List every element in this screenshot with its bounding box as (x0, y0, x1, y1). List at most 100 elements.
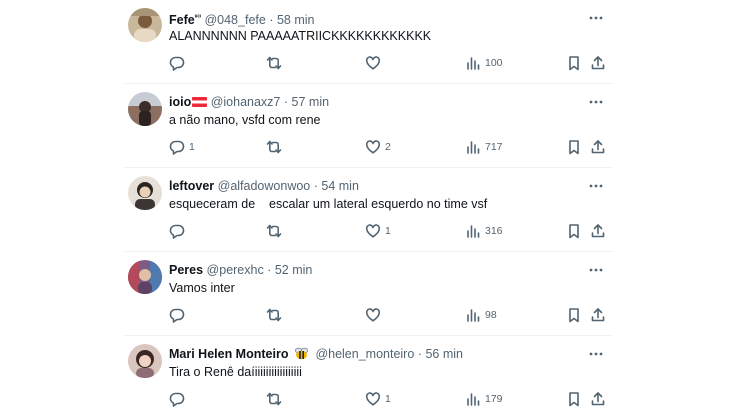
views-button[interactable]: 100 (465, 54, 503, 72)
retweet-icon (266, 308, 282, 322)
view-count: 98 (485, 309, 497, 321)
timestamp[interactable]: 52 min (275, 263, 313, 277)
bookmark-icon (569, 392, 579, 407)
timestamp[interactable]: 54 min (321, 179, 359, 193)
bar-chart-icon (467, 225, 480, 238)
reply-button[interactable] (169, 54, 189, 72)
share-button[interactable] (590, 306, 606, 324)
avatar[interactable] (128, 176, 162, 210)
like-count: 1 (385, 225, 391, 237)
timestamp[interactable]: 57 min (292, 95, 330, 109)
avatar[interactable] (128, 344, 162, 378)
user-handle[interactable]: @048_fefe (204, 13, 265, 27)
reply-icon (169, 308, 185, 323)
user-handle[interactable]: @perexhc (207, 263, 264, 277)
bar-chart-icon (467, 57, 480, 70)
view-count: 100 (485, 57, 503, 69)
avatar-image (128, 344, 162, 378)
more-horizontal-icon (589, 100, 603, 104)
retweet-button[interactable] (266, 138, 286, 156)
retweet-button[interactable] (266, 54, 286, 72)
retweet-button[interactable] (266, 390, 286, 408)
more-options-button[interactable] (587, 9, 605, 27)
bookmark-button[interactable] (566, 138, 582, 156)
like-button[interactable]: 2 (365, 138, 391, 156)
reply-button[interactable]: 1 (169, 138, 195, 156)
tweet-header: Mari Helen Monteiro @helen_monteiro · 56… (169, 345, 613, 363)
more-options-button[interactable] (587, 345, 605, 363)
view-count: 316 (485, 225, 503, 237)
user-handle[interactable]: @helen_monteiro (315, 347, 414, 361)
reply-button[interactable] (169, 390, 189, 408)
avatar-image (128, 8, 162, 42)
more-options-button[interactable] (587, 177, 605, 195)
tweet-text: esqueceram de escalar um lateral esquerd… (169, 197, 488, 211)
user-handle[interactable]: @alfadowonwoo (218, 179, 311, 193)
action-bar: 100 (169, 54, 605, 72)
heart-icon (365, 392, 381, 406)
display-name[interactable]: ioio (169, 95, 208, 109)
views-button[interactable]: 98 (465, 306, 497, 324)
like-button[interactable]: 1 (365, 390, 391, 408)
action-bar: 1 179 (169, 390, 605, 408)
avatar-image (128, 260, 162, 294)
tweet-header: Fefeᵉᶜᶦ @048_fefe · 58 min (169, 9, 613, 27)
tweet-header: leftover @alfadowonwoo · 54 min (169, 177, 613, 195)
heart-icon (365, 308, 381, 322)
bookmark-icon (569, 224, 579, 239)
like-button[interactable] (365, 54, 385, 72)
retweet-icon (266, 140, 282, 154)
retweet-icon (266, 56, 282, 70)
tweet-text: a não mano, vsfd com rene (169, 113, 321, 127)
reply-feed: Fefeᵉᶜᶦ @048_fefe · 58 min ALANNNNNN PAA… (124, 0, 613, 416)
tweet[interactable]: Fefeᵉᶜᶦ @048_fefe · 58 min ALANNNNNN PAA… (124, 0, 613, 84)
display-name[interactable]: Peres (169, 263, 203, 277)
more-options-button[interactable] (587, 93, 605, 111)
tweet-text: Tira o Renê daíiiiiiiiiiiiiiiiii (169, 365, 302, 379)
views-button[interactable]: 717 (465, 138, 503, 156)
like-button[interactable] (365, 306, 385, 324)
avatar[interactable] (128, 260, 162, 294)
timestamp[interactable]: 58 min (277, 13, 315, 27)
tweet[interactable]: ioio @iohanaxz7 · 57 min a não mano, vsf… (124, 84, 613, 168)
bookmark-button[interactable] (566, 390, 582, 408)
more-options-button[interactable] (587, 261, 605, 279)
timestamp[interactable]: 56 min (425, 347, 463, 361)
display-name[interactable]: Mari Helen Monteiro (169, 347, 288, 361)
avatar-image (128, 176, 162, 210)
tweet[interactable]: Mari Helen Monteiro @helen_monteiro · 56… (124, 336, 613, 420)
share-button[interactable] (590, 390, 606, 408)
reply-button[interactable] (169, 222, 189, 240)
views-button[interactable]: 316 (465, 222, 503, 240)
tweet[interactable]: Peres @perexhc · 52 min Vamos inter 98 (124, 252, 613, 336)
share-button[interactable] (590, 222, 606, 240)
action-bar: 98 (169, 306, 605, 324)
share-icon (591, 308, 605, 322)
retweet-button[interactable] (266, 306, 286, 324)
share-icon (591, 140, 605, 154)
avatar-image (128, 92, 162, 126)
retweet-button[interactable] (266, 222, 286, 240)
views-button[interactable]: 179 (465, 390, 503, 408)
share-button[interactable] (590, 138, 606, 156)
display-name[interactable]: leftover (169, 179, 214, 193)
share-button[interactable] (590, 54, 606, 72)
like-count: 1 (385, 393, 391, 405)
more-horizontal-icon (589, 352, 603, 356)
user-handle[interactable]: @iohanaxz7 (211, 95, 281, 109)
heart-icon (365, 224, 381, 238)
share-icon (591, 224, 605, 238)
reply-icon (169, 392, 185, 407)
avatar[interactable] (128, 8, 162, 42)
bookmark-button[interactable] (566, 54, 582, 72)
tweet-header: Peres @perexhc · 52 min (169, 261, 613, 279)
display-name[interactable]: Fefeᵉᶜᶦ (169, 13, 201, 27)
avatar[interactable] (128, 92, 162, 126)
separator: · (417, 347, 422, 361)
reply-icon (169, 56, 185, 71)
tweet[interactable]: leftover @alfadowonwoo · 54 min esquecer… (124, 168, 613, 252)
bookmark-button[interactable] (566, 306, 582, 324)
reply-button[interactable] (169, 306, 189, 324)
bookmark-button[interactable] (566, 222, 582, 240)
like-button[interactable]: 1 (365, 222, 391, 240)
